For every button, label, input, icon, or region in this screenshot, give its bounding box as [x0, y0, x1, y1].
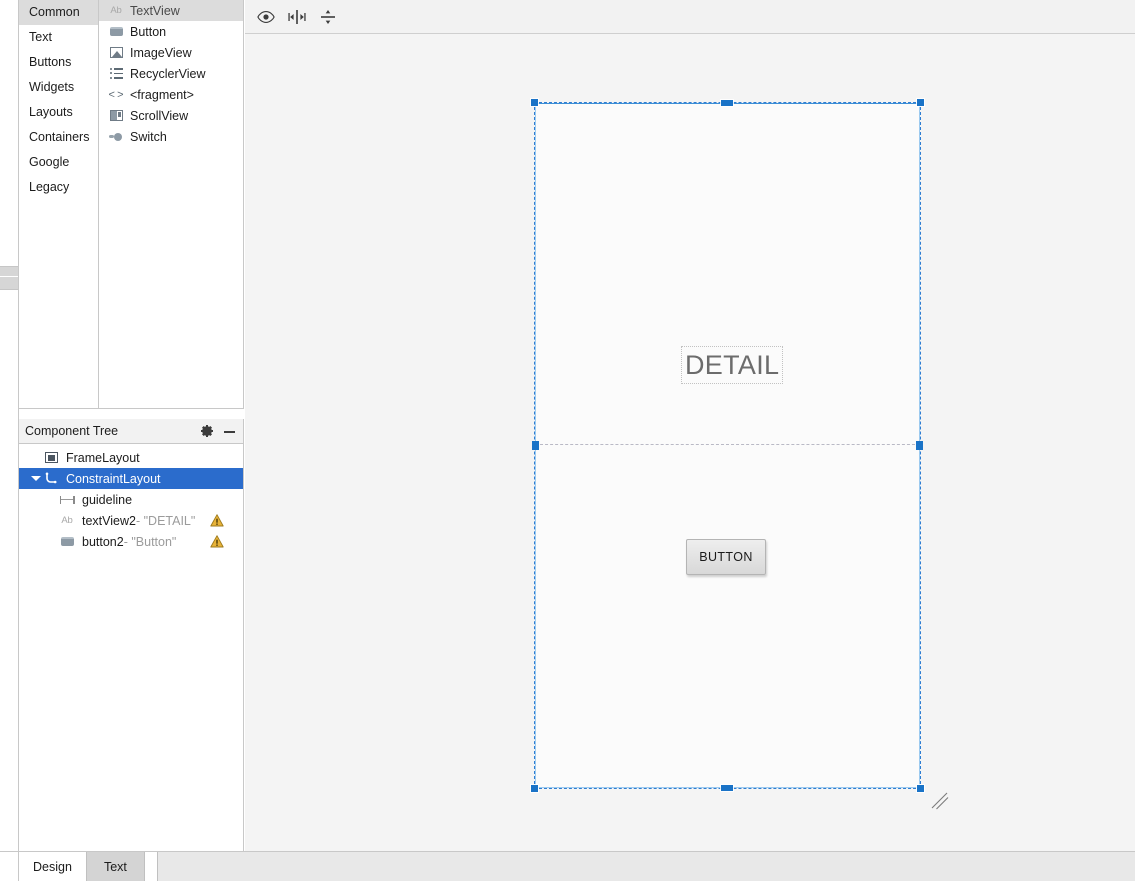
palette-category-google[interactable]: Google: [19, 150, 98, 175]
tree-node-framelayout[interactable]: FrameLayout: [19, 447, 243, 468]
show-layout-decorations-eye-icon[interactable]: [253, 5, 279, 29]
palette-item-switch[interactable]: Switch: [99, 126, 243, 147]
bottom-left-gutter: [0, 852, 19, 881]
widget-textview2[interactable]: DETAIL: [681, 346, 784, 384]
switch-toggle-icon: [108, 129, 124, 145]
palette-category-containers[interactable]: Containers: [19, 125, 98, 150]
tree-twisty-expanded-icon[interactable]: [29, 476, 43, 481]
framelayout-icon: [43, 450, 59, 466]
palette-category-label: Layouts: [29, 105, 73, 119]
palette-category-label: Buttons: [29, 55, 72, 69]
tab-label: Design: [33, 859, 72, 874]
editor-tabs: Design Text: [19, 852, 145, 881]
design-canvas[interactable]: DETAIL BUTTON: [245, 34, 1135, 852]
tab-text[interactable]: Text: [86, 852, 145, 881]
tree-node-label: FrameLayout: [66, 450, 140, 465]
resize-handle-top-left[interactable]: [531, 99, 538, 106]
palette-category-layouts[interactable]: Layouts: [19, 100, 98, 125]
guideline-handle-right[interactable]: [916, 441, 923, 450]
tree-node-label: guideline: [82, 492, 133, 507]
palette-category-widgets[interactable]: Widgets: [19, 75, 98, 100]
palette-item-button[interactable]: Button: [99, 21, 243, 42]
align-horizontal-centers-icon[interactable]: [284, 5, 310, 29]
tree-node-value: - "Button": [123, 534, 177, 549]
palette-item-textview[interactable]: Ab TextView: [99, 0, 243, 21]
editor-mode-tab-bar: Design Text: [0, 851, 1135, 881]
fragment-angle-brackets-icon: < >: [108, 88, 124, 101]
tree-node-button2[interactable]: button2 - "Button": [19, 531, 243, 552]
margins-guidelines-icon[interactable]: [315, 5, 341, 29]
palette-category-label: Common: [29, 5, 80, 19]
palette-category-text[interactable]: Text: [19, 25, 98, 50]
palette-item-fragment[interactable]: < > <fragment>: [99, 84, 243, 105]
palette-category-list: Common Text Buttons Widgets Layouts Cont…: [19, 0, 99, 408]
palette-category-label: Google: [29, 155, 70, 169]
palette-category-label: Containers: [29, 130, 90, 144]
palette-category-legacy[interactable]: Legacy: [19, 175, 98, 200]
resize-handle-top-center[interactable]: [721, 100, 733, 106]
tree-node-label: button2: [82, 534, 124, 549]
resize-handle-bottom-center[interactable]: [721, 785, 733, 791]
component-tree-header: Component Tree: [19, 419, 243, 444]
palette-item-scrollview[interactable]: ScrollView: [99, 105, 243, 126]
component-tree-title: Component Tree: [25, 424, 119, 438]
tree-node-textview2[interactable]: Ab textView2 - "DETAIL": [19, 510, 243, 531]
palette-panel: Common Text Buttons Widgets Layouts Cont…: [19, 0, 244, 409]
tab-label: Text: [103, 859, 127, 874]
horizontal-guideline[interactable]: [532, 441, 923, 450]
left-panel-splitter-handle[interactable]: [0, 266, 18, 290]
palette-item-label: TextView: [130, 3, 180, 18]
tab-bar-filler: [157, 852, 1135, 881]
design-surface-toolbar: [245, 0, 1135, 34]
constraintlayout-icon: [43, 471, 59, 487]
palette-category-label: Text: [29, 30, 52, 44]
minimize-icon[interactable]: [224, 423, 236, 439]
widget-button2[interactable]: BUTTON: [686, 539, 766, 575]
tab-design[interactable]: Design: [19, 852, 87, 881]
warning-icon[interactable]: [210, 514, 224, 527]
palette-item-label: ImageView: [130, 45, 192, 60]
textview-ab-icon: Ab: [61, 515, 73, 526]
palette-category-label: Widgets: [29, 80, 75, 94]
tree-node-label: ConstraintLayout: [66, 471, 161, 486]
palette-item-label: Button: [130, 24, 167, 39]
resize-handle-bottom-right[interactable]: [917, 785, 924, 792]
tree-node-label: textView2: [82, 513, 136, 528]
textview-ab-icon: Ab: [110, 5, 122, 16]
palette-category-label: Legacy: [29, 180, 70, 194]
resize-handle-bottom-left[interactable]: [531, 785, 538, 792]
scrollview-icon: [108, 108, 124, 124]
guideline-icon: [59, 492, 75, 508]
palette-item-label: Switch: [130, 129, 167, 144]
palette-item-label: RecyclerView: [130, 66, 206, 81]
left-gutter: [0, 0, 19, 852]
resize-handle-top-right[interactable]: [917, 99, 924, 106]
palette-item-label: <fragment>: [130, 87, 194, 102]
tree-node-constraintlayout[interactable]: ConstraintLayout: [19, 468, 243, 489]
palette-category-buttons[interactable]: Buttons: [19, 50, 98, 75]
tree-node-value: - "DETAIL": [135, 513, 196, 528]
palette-item-imageview[interactable]: ImageView: [99, 42, 243, 63]
button-widget-icon: [108, 24, 124, 40]
component-tree-body: FrameLayout ConstraintLayout guideline A…: [19, 444, 243, 552]
guideline-handle-left[interactable]: [532, 441, 539, 450]
android-studio-layout-editor: Common Text Buttons Widgets Layouts Cont…: [0, 0, 1135, 881]
device-preview-constraintlayout[interactable]: DETAIL BUTTON: [531, 99, 924, 792]
palette-item-list: Ab TextView Button ImageView RecyclerVie…: [99, 0, 243, 408]
imageview-icon: [108, 45, 124, 61]
tree-node-guideline[interactable]: guideline: [19, 489, 243, 510]
palette-category-common[interactable]: Common: [19, 0, 98, 25]
design-surface: DETAIL BUTTON: [245, 0, 1135, 852]
canvas-resize-grip[interactable]: [931, 792, 949, 810]
button-widget-icon: [59, 534, 75, 550]
warning-icon[interactable]: [210, 535, 224, 548]
gear-icon[interactable]: [199, 423, 215, 439]
recyclerview-list-icon: [108, 66, 124, 82]
palette-item-label: ScrollView: [130, 108, 189, 123]
palette-item-recyclerview[interactable]: RecyclerView: [99, 63, 243, 84]
component-tree-panel: Component Tree FrameLayout ConstraintLay…: [19, 419, 244, 852]
